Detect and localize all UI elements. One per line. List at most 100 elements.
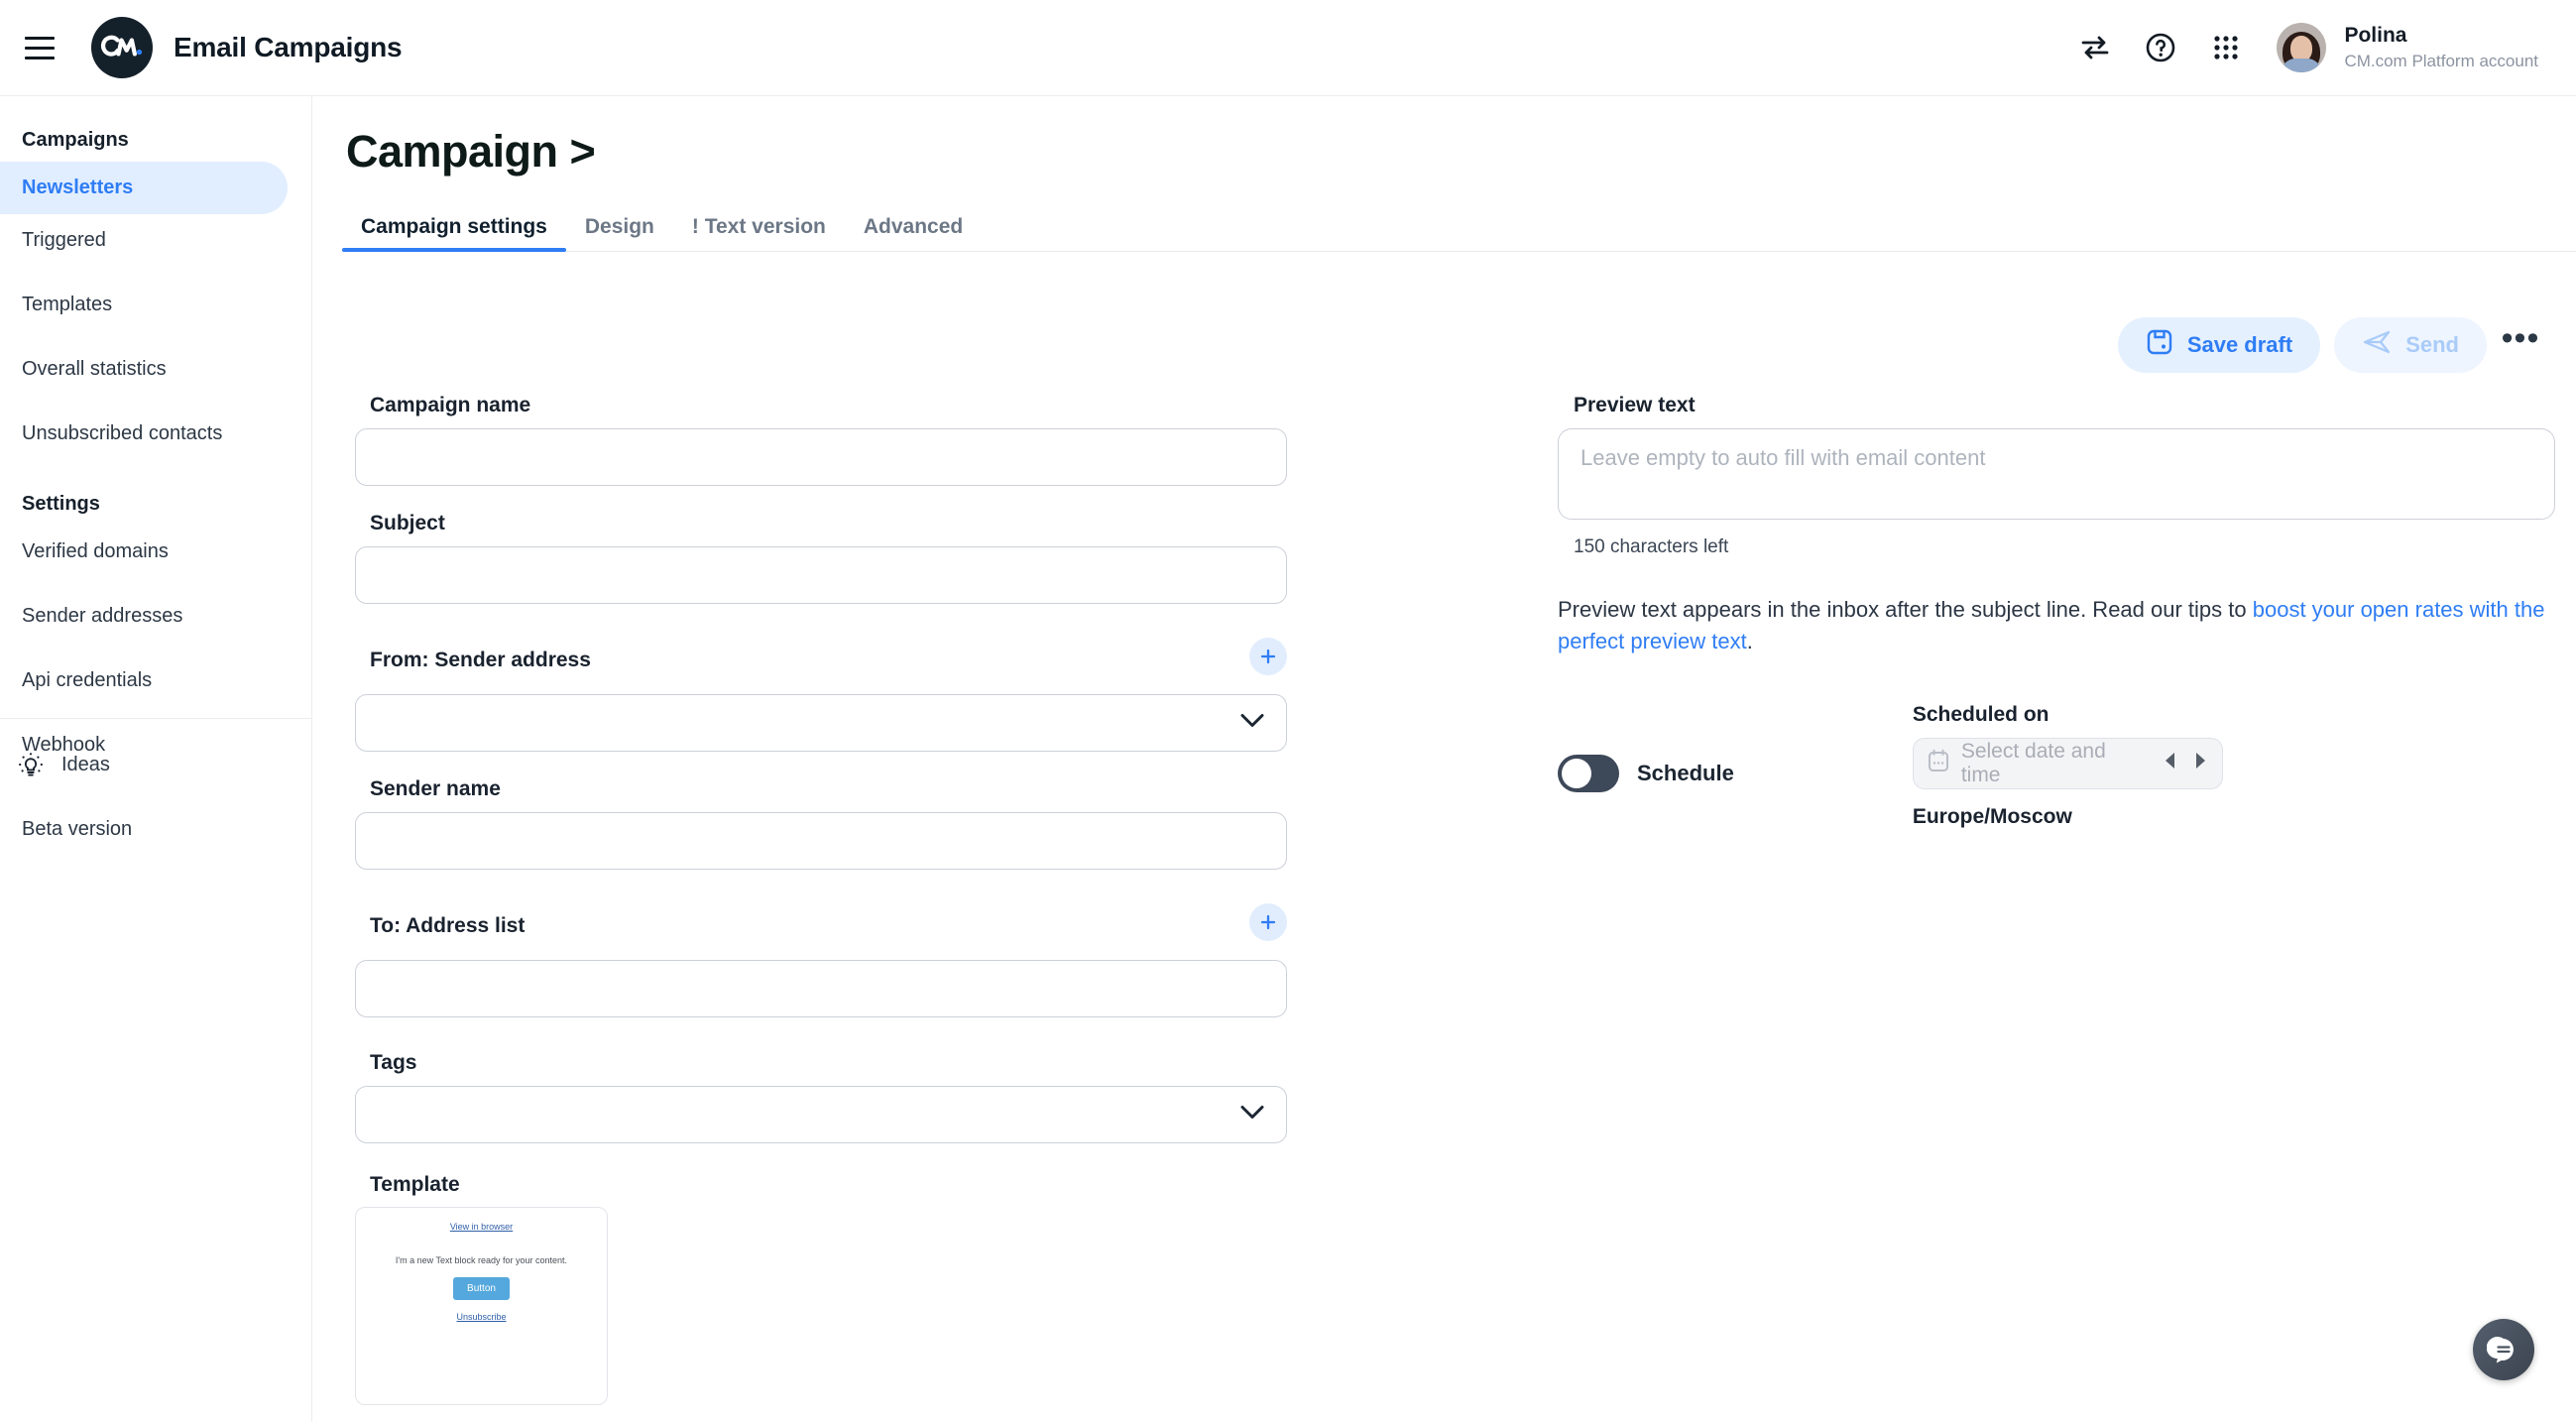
sidebar-item-sender-addresses[interactable]: Sender addresses	[0, 590, 288, 643]
top-header: Email Campaigns	[0, 0, 2576, 96]
address-list-label: To: Address list	[355, 914, 525, 938]
triangle-left-icon[interactable]	[2163, 752, 2176, 775]
address-list-input[interactable]	[355, 960, 1287, 1017]
sidebar-item-label: Templates	[22, 294, 112, 316]
sidebar-bottom: Ideas Beta version	[0, 739, 312, 856]
field-template: Template View in browser I'm a new Text …	[355, 1173, 1558, 1405]
calendar-icon	[1928, 749, 1949, 778]
cm-logo-icon[interactable]	[91, 17, 153, 78]
schedule-toggle-block: Schedule	[1558, 703, 1734, 792]
hint-prefix: Preview text appears in the inbox after …	[1558, 597, 2253, 622]
swap-arrows-icon[interactable]	[2062, 20, 2128, 75]
tags-label: Tags	[355, 1051, 1558, 1075]
address-list-label-row: To: Address list	[355, 903, 1287, 949]
save-draft-label: Save draft	[2187, 332, 2292, 358]
preview-text-input[interactable]	[1558, 428, 2555, 520]
user-name: Polina	[2344, 23, 2538, 49]
tab-label: Design	[585, 215, 654, 238]
template-view-in-browser-link[interactable]: View in browser	[356, 1222, 607, 1232]
schedule-toggle[interactable]	[1558, 755, 1619, 792]
sidebar-item-ideas[interactable]: Ideas	[0, 739, 289, 791]
hamburger-line	[25, 47, 55, 50]
sidebar-item-verified-domains[interactable]: Verified domains	[0, 526, 288, 578]
preview-text-label: Preview text	[1558, 394, 2559, 417]
add-sender-address-button[interactable]	[1249, 638, 1287, 675]
date-time-placeholder: Select date and time	[1961, 740, 2151, 787]
sidebar-item-beta-version[interactable]: Beta version	[0, 803, 289, 856]
send-button[interactable]: Send	[2334, 317, 2487, 373]
hint-suffix: .	[1747, 629, 1753, 653]
preview-text-hint: Preview text appears in the inbox after …	[1558, 594, 2554, 657]
field-sender-name: Sender name	[355, 777, 1558, 870]
sidebar-item-api-credentials[interactable]: Api credentials	[0, 654, 288, 707]
tab-text-version[interactable]: ! Text version	[673, 215, 845, 251]
sidebar-item-unsubscribed-contacts[interactable]: Unsubscribed contacts	[0, 408, 288, 460]
form-right-column: Preview text 150 characters left Preview…	[1558, 394, 2559, 1422]
field-subject: Subject	[355, 512, 1558, 604]
app-grid-icon[interactable]	[2193, 20, 2259, 75]
field-preview-text: Preview text 150 characters left	[1558, 394, 2559, 558]
sender-name-input[interactable]	[355, 812, 1287, 870]
save-draft-button[interactable]: Save draft	[2118, 317, 2320, 373]
triangle-right-icon[interactable]	[2194, 752, 2208, 775]
sidebar-group-campaigns: Campaigns	[0, 129, 311, 152]
template-button[interactable]: Button	[453, 1277, 510, 1300]
lightbulb-icon	[14, 751, 48, 780]
settings-form: Campaign name Subject From: Sender addre…	[313, 394, 2576, 1422]
field-sender-address: From: Sender address	[355, 638, 1558, 752]
save-floppy-icon	[2146, 328, 2173, 362]
template-preview[interactable]: View in browser I'm a new Text block rea…	[355, 1207, 608, 1405]
sidebar-item-triggered[interactable]: Triggered	[0, 214, 288, 267]
hamburger-line	[25, 37, 55, 40]
hamburger-icon[interactable]	[25, 30, 60, 65]
date-time-picker[interactable]: Select date and time	[1913, 738, 2223, 789]
main-content: Campaign > Campaign settings Design ! Te…	[313, 96, 2576, 1422]
chat-bubble-icon[interactable]	[2473, 1319, 2534, 1380]
sender-address-label-row: From: Sender address	[355, 638, 1287, 683]
subject-input[interactable]	[355, 546, 1287, 604]
template-label: Template	[370, 1173, 1558, 1197]
tab-advanced[interactable]: Advanced	[845, 215, 982, 251]
hamburger-line	[25, 57, 55, 59]
sidebar-item-label: Overall statistics	[22, 358, 167, 381]
sidebar-item-label: Verified domains	[22, 540, 169, 563]
spacer	[0, 396, 311, 408]
campaign-name-input[interactable]	[355, 428, 1287, 486]
campaign-name-label: Campaign name	[355, 394, 1558, 417]
paper-plane-icon	[2362, 329, 2392, 361]
user-info[interactable]: Polina CM.com Platform account	[2344, 23, 2538, 71]
sidebar-item-label: Triggered	[22, 229, 106, 252]
characters-left-counter: 150 characters left	[1558, 536, 2559, 558]
page-title: Campaign >	[346, 126, 2576, 178]
avatar[interactable]	[2277, 23, 2326, 72]
avatar-body	[2282, 59, 2321, 72]
user-account-label: CM.com Platform account	[2344, 52, 2538, 72]
tab-campaign-settings[interactable]: Campaign settings	[342, 215, 566, 251]
schedule-row: Schedule Scheduled on	[1558, 703, 2559, 829]
header-actions: Polina CM.com Platform account	[2062, 20, 2538, 75]
tags-select[interactable]	[355, 1086, 1287, 1143]
template-body-text: I'm a new Text block ready for your cont…	[356, 1255, 607, 1265]
subject-label: Subject	[355, 512, 1558, 535]
tab-label: Advanced	[864, 215, 963, 238]
sidebar-item-label: Api credentials	[22, 669, 152, 692]
sidebar-item-overall-statistics[interactable]: Overall statistics	[0, 343, 288, 396]
spacer	[0, 331, 311, 343]
template-unsubscribe-link[interactable]: Unsubscribe	[356, 1312, 607, 1322]
sidebar-divider	[0, 718, 312, 719]
spacer	[0, 791, 312, 803]
scheduled-on-label: Scheduled on	[1913, 703, 2223, 727]
date-nav-arrows	[2163, 752, 2208, 775]
help-circle-icon[interactable]	[2128, 20, 2193, 75]
field-address-list: To: Address list	[355, 903, 1558, 1017]
action-buttons: Save draft Send •••	[2118, 317, 2540, 373]
tab-design[interactable]: Design	[566, 215, 673, 251]
tab-label: Campaign settings	[361, 215, 547, 238]
sidebar-item-templates[interactable]: Templates	[0, 279, 288, 331]
sidebar-group-settings: Settings	[0, 493, 311, 516]
add-address-list-button[interactable]	[1249, 903, 1287, 941]
sidebar-item-newsletters[interactable]: Newsletters	[0, 162, 288, 214]
more-options-button[interactable]: •••	[2501, 325, 2540, 365]
app-root: Email Campaigns	[0, 0, 2576, 1422]
sender-address-select[interactable]	[355, 694, 1287, 752]
